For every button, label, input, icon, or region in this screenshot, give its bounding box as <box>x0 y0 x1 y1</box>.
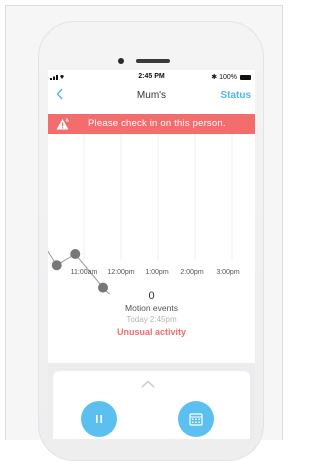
activity-chart: 11:00am12:00pm1:00pm2:00pm3:00pm4: <box>48 134 240 294</box>
tick-label: 11:00am <box>71 269 98 276</box>
camera-icon <box>118 58 124 64</box>
motion-count: 0 <box>148 290 155 302</box>
tick-label: 3:00pm <box>216 269 240 276</box>
pause-icon <box>96 415 102 423</box>
summary-block: 0 Motion events Today 2:45pm Unusual act… <box>48 290 255 337</box>
drawer-panel <box>53 371 250 439</box>
speaker-grille <box>136 59 170 63</box>
alert-triangle-icon <box>56 117 70 131</box>
motion-events-label: Motion events <box>125 303 178 313</box>
chevron-up-icon[interactable] <box>141 375 155 388</box>
tick-label: 1:00pm <box>145 269 169 276</box>
calendar-icon <box>189 413 203 426</box>
battery-percent: 100% <box>219 73 237 81</box>
bluetooth-icon: ✱ <box>211 74 218 81</box>
chart-line <box>48 250 111 294</box>
series-line <box>48 250 111 294</box>
data-point <box>51 260 62 271</box>
nav-bar: Mum's Status <box>48 84 255 108</box>
chart-grid <box>83 134 233 260</box>
calendar-button[interactable] <box>178 401 214 437</box>
timestamp: Today 2:45pm <box>126 315 177 324</box>
tick-label: 12:00pm <box>107 269 134 276</box>
status-bar: 2:45 PM ✱ 100% <box>48 70 255 84</box>
pause-button[interactable] <box>81 401 117 437</box>
status-text: Unusual activity <box>116 327 187 337</box>
phone-screen: 2:45 PM ✱ 100% Mum's Status Please check… <box>48 70 255 439</box>
bottom-drawer <box>48 363 255 439</box>
alert-banner: Please check in on this person. <box>48 114 255 134</box>
battery-icon <box>240 74 251 80</box>
tick-label: 2:00pm <box>180 269 204 276</box>
data-point <box>70 249 81 259</box>
chart-ticks: 11:00am12:00pm1:00pm2:00pm3:00pm4: <box>71 269 240 276</box>
alert-message: Please check in on this person. <box>88 118 226 129</box>
status-right: ✱ 100% <box>211 73 251 81</box>
status-link[interactable]: Status <box>220 90 251 101</box>
